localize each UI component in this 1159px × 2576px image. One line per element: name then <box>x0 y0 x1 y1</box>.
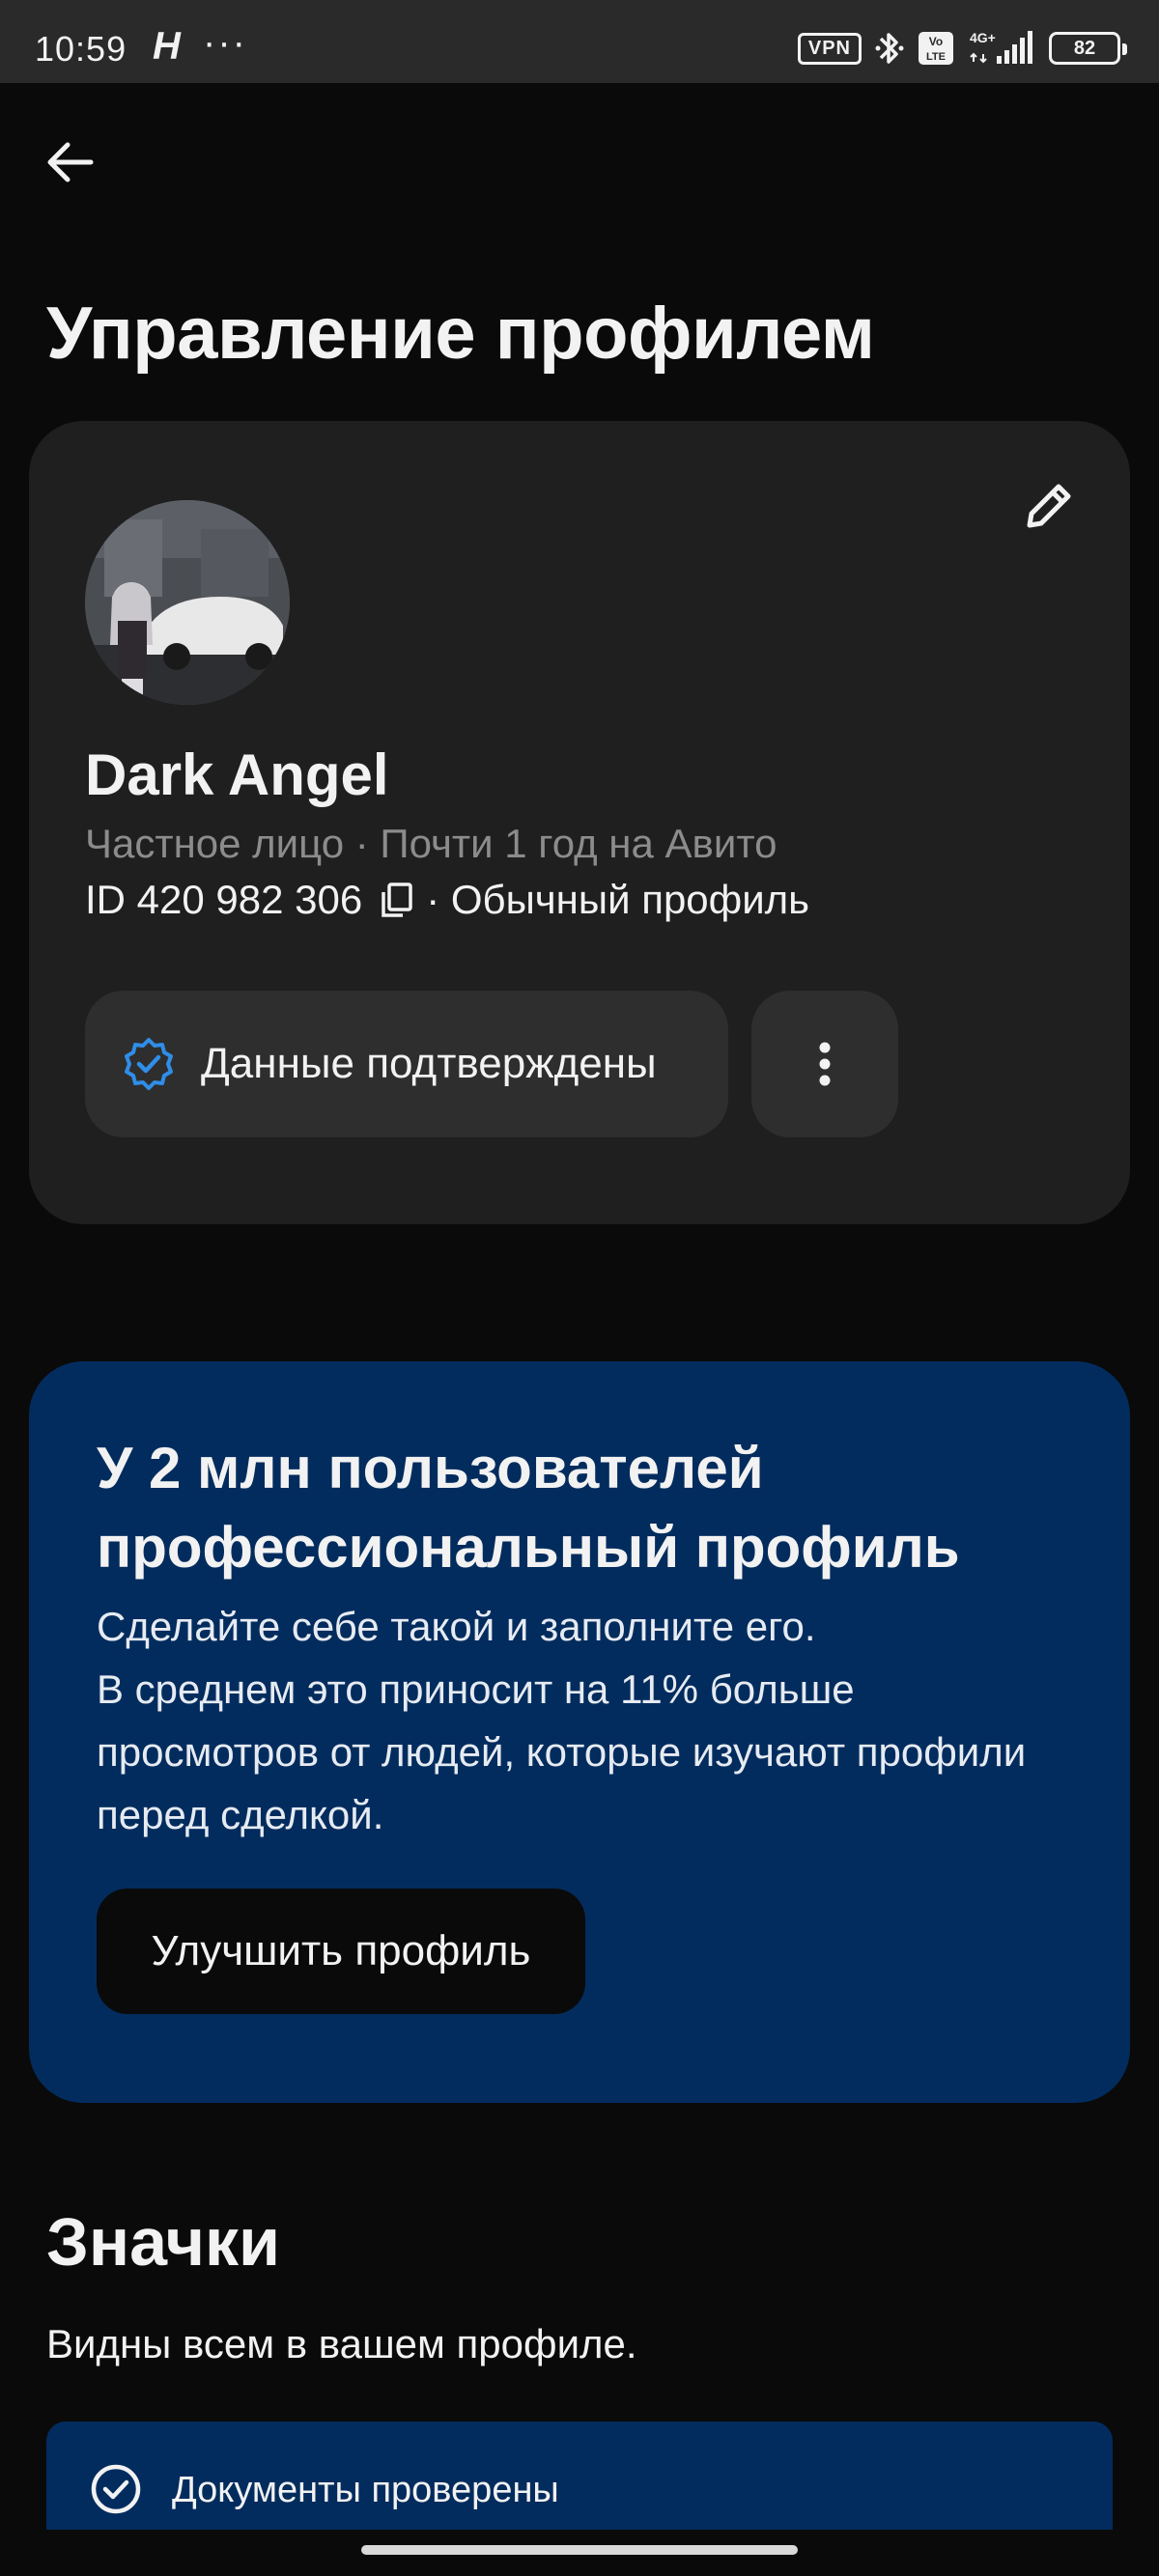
promo-text: Сделайте себе такой и заполните его. В с… <box>97 1595 1082 1846</box>
profile-card: Dark Angel Частное лицо · Почти 1 год на… <box>29 421 1130 1224</box>
profile-id: ID 420 982 306 <box>85 877 363 922</box>
badge-label: Документы проверены <box>172 2470 559 2510</box>
promo-text-line2: В среднем это приносит на 11% больше про… <box>97 1666 1027 1837</box>
more-vertical-icon <box>819 1042 831 1086</box>
improve-profile-button[interactable]: Улучшить профиль <box>97 1889 585 2014</box>
pro-profile-promo-card: У 2 млн пользователей профессиональный п… <box>29 1361 1130 2103</box>
svg-text:4G+: 4G+ <box>970 30 996 45</box>
arrow-left-icon[interactable] <box>42 135 97 189</box>
page-title: Управление профилем <box>46 293 875 375</box>
check-circle-icon <box>91 2464 141 2514</box>
profile-id-row: ID 420 982 306 · Обычный профиль <box>85 877 809 923</box>
profile-meta: Частное лицо · Почти 1 год на Авито <box>85 821 777 866</box>
pencil-icon[interactable] <box>1020 475 1080 535</box>
svg-text:Vo: Vo <box>929 35 943 48</box>
badges-section-title: Значки <box>46 2204 281 2280</box>
profile-type: · Обычный профиль <box>426 877 810 922</box>
avatar-image <box>85 500 290 705</box>
battery-icon: 82 <box>1049 32 1127 65</box>
profile-name: Dark Angel <box>85 742 389 807</box>
status-time: 10:59 <box>35 29 127 69</box>
badges-section-subtitle: Видны всем в вашем профиле. <box>46 2321 637 2366</box>
more-options-button[interactable] <box>751 991 898 1137</box>
verified-data-label: Данные подтверждены <box>201 1040 657 1087</box>
more-notifications-icon: ··· <box>203 21 247 64</box>
status-bar: 10:59 H ··· VPN Vo LTE 4G+ 82 <box>0 0 1159 83</box>
svg-text:LTE: LTE <box>926 51 946 63</box>
copy-icon[interactable] <box>376 879 414 921</box>
verified-badge-icon <box>125 1038 173 1090</box>
status-icons: VPN Vo LTE 4G+ 82 <box>797 29 1127 68</box>
verified-data-button[interactable]: Данные подтверждены <box>85 991 728 1137</box>
vpn-icon: VPN <box>797 32 862 65</box>
home-indicator[interactable] <box>361 2545 798 2555</box>
avatar[interactable] <box>85 500 290 705</box>
bluetooth-icon <box>875 33 904 64</box>
promo-text-line1: Сделайте себе такой и заполните его. <box>97 1604 816 1649</box>
system-nav-bar <box>0 2530 1159 2576</box>
app-notification-icon: H <box>153 25 181 68</box>
promo-title: У 2 млн пользователей профессиональный п… <box>97 1436 960 1580</box>
volte-icon: Vo LTE <box>919 32 953 65</box>
signal-4g-icon: 4G+ <box>970 30 1032 64</box>
